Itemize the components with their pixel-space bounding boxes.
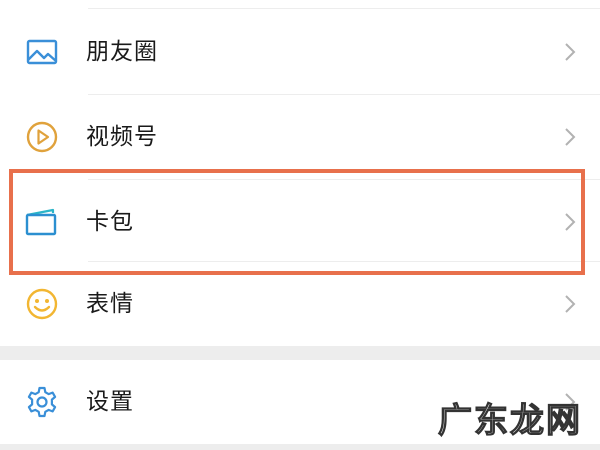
- menu-item-label: 朋友圈: [86, 39, 158, 65]
- divider: [88, 8, 600, 9]
- chevron-right-icon: [564, 294, 576, 314]
- chevron-right-icon: [564, 42, 576, 62]
- menu-item-channels[interactable]: 视频号: [0, 95, 600, 179]
- chevron-right-icon: [564, 127, 576, 147]
- card-icon: [24, 204, 60, 240]
- smile-icon: [24, 286, 60, 322]
- menu-item-moments[interactable]: 朋友圈: [0, 10, 600, 94]
- menu-item-label: 设置: [86, 389, 134, 415]
- section-gap: [0, 444, 600, 450]
- menu-item-label: 视频号: [86, 124, 158, 150]
- section-gap: [0, 346, 600, 360]
- top-strip: [0, 0, 600, 8]
- menu-item-label: 表情: [86, 291, 134, 317]
- settings-screen: 朋友圈 视频号 卡包 表情 设置 广东龙网: [0, 0, 600, 450]
- watermark: 广东龙网: [437, 400, 582, 441]
- play-circle-icon: [24, 119, 60, 155]
- chevron-right-icon: [564, 212, 576, 232]
- gear-icon: [24, 384, 60, 420]
- menu-item-stickers[interactable]: 表情: [0, 262, 600, 346]
- menu-item-label: 卡包: [86, 209, 134, 235]
- album-icon: [24, 34, 60, 70]
- menu-item-cards[interactable]: 卡包: [0, 180, 600, 264]
